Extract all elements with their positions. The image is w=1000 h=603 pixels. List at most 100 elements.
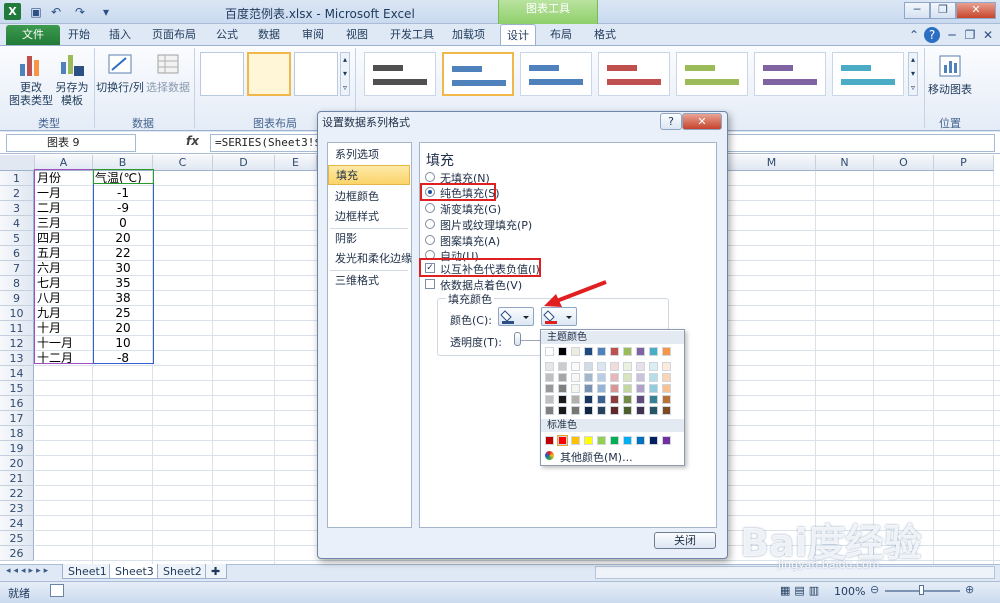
select-data-button[interactable]: 选择数据 [144, 50, 192, 94]
tab-view[interactable]: 视图 [340, 24, 374, 45]
undo-icon[interactable]: ↶ [48, 4, 64, 20]
chart-style-1[interactable] [364, 52, 436, 96]
theme-shade-swatch[interactable] [597, 395, 606, 404]
row-header[interactable]: 2 [0, 186, 34, 201]
theme-tint-swatch[interactable] [597, 373, 606, 382]
theme-shade-swatch[interactable] [584, 406, 593, 415]
row-header[interactable]: 15 [0, 381, 34, 396]
theme-tint-swatch[interactable] [584, 362, 593, 371]
row-header[interactable]: 5 [0, 231, 34, 246]
radio-pattern-fill[interactable] [425, 235, 435, 245]
theme-tint-swatch[interactable] [558, 384, 567, 393]
layout-thumb-1[interactable] [200, 52, 244, 96]
row-header[interactable]: 4 [0, 216, 34, 231]
row-header[interactable]: 16 [0, 396, 34, 411]
more-colors-link[interactable]: 其他颜色(M)... [560, 449, 633, 465]
customize-qat-icon[interactable]: ▾ [98, 4, 114, 20]
fx-icon[interactable]: fx [186, 134, 199, 148]
help-icon[interactable]: ? [924, 27, 940, 43]
nav-shadow[interactable]: 阴影 [328, 229, 410, 249]
move-chart-button[interactable]: 移动图表 [926, 52, 974, 96]
column-header[interactable]: P [934, 155, 994, 171]
theme-tint-swatch[interactable] [610, 384, 619, 393]
nav-glow[interactable]: 发光和柔化边缘 [328, 249, 412, 269]
tab-home[interactable]: 开始 [62, 24, 96, 45]
sheet-tab-3[interactable]: Sheet3 [109, 564, 160, 579]
zoom-in-icon[interactable]: ⊕ [965, 583, 974, 596]
save-template-button[interactable]: 另存为 模板 [52, 50, 92, 107]
theme-shade-swatch[interactable] [623, 406, 632, 415]
theme-color-swatch[interactable] [597, 347, 606, 356]
row-header[interactable]: 1 [0, 171, 34, 186]
theme-tint-swatch[interactable] [558, 362, 567, 371]
tab-insert[interactable]: 插入 [103, 24, 137, 45]
theme-shade-swatch[interactable] [571, 395, 580, 404]
layout-gallery-scroll[interactable]: ▴ ▾ ▿ [340, 52, 350, 96]
doc-minimize-icon[interactable]: ─ [944, 27, 960, 43]
standard-color-swatch[interactable] [557, 435, 568, 446]
theme-tint-swatch[interactable] [610, 373, 619, 382]
tab-review[interactable]: 审阅 [296, 24, 330, 45]
theme-shade-swatch[interactable] [610, 395, 619, 404]
dialog-close-button[interactable]: 关闭 [654, 532, 716, 549]
chart-style-5[interactable] [676, 52, 748, 96]
dialog-close-icon[interactable]: ✕ [682, 113, 722, 130]
theme-shade-swatch[interactable] [649, 395, 658, 404]
macro-record-icon[interactable] [50, 584, 64, 597]
tab-page-layout[interactable]: 页面布局 [146, 24, 202, 45]
standard-color-swatch[interactable] [623, 436, 632, 445]
row-header[interactable]: 14 [0, 366, 34, 381]
row-header[interactable]: 10 [0, 306, 34, 321]
theme-color-swatch[interactable] [610, 347, 619, 356]
tab-formulas[interactable]: 公式 [210, 24, 244, 45]
theme-color-swatch[interactable] [584, 347, 593, 356]
name-box[interactable]: 图表 9 [6, 134, 136, 152]
standard-color-swatch[interactable] [649, 436, 658, 445]
row-header[interactable]: 13 [0, 351, 34, 366]
theme-tint-swatch[interactable] [649, 362, 658, 371]
standard-color-swatch[interactable] [610, 436, 619, 445]
theme-color-swatch[interactable] [649, 347, 658, 356]
theme-color-swatch[interactable] [623, 347, 632, 356]
row-header[interactable]: 21 [0, 471, 34, 486]
row-header[interactable]: 9 [0, 291, 34, 306]
theme-tint-swatch[interactable] [571, 362, 580, 371]
chart-style-3[interactable] [520, 52, 592, 96]
radio-gradient-fill[interactable] [425, 203, 435, 213]
close-window-icon[interactable]: ✕ [956, 2, 996, 19]
sheet-nav-icon[interactable]: ◂◂◂▸▸▸ [6, 566, 51, 576]
restore-icon[interactable]: ❐ [930, 2, 956, 19]
theme-tint-swatch[interactable] [545, 362, 554, 371]
theme-tint-swatch[interactable] [636, 362, 645, 371]
nav-3d-format[interactable]: 三维格式 [328, 271, 410, 291]
row-header[interactable]: 23 [0, 501, 34, 516]
theme-shade-swatch[interactable] [558, 406, 567, 415]
chart-style-7[interactable] [832, 52, 904, 96]
nav-border-style[interactable]: 边框样式 [328, 207, 410, 227]
theme-shade-swatch[interactable] [584, 395, 593, 404]
theme-shade-swatch[interactable] [662, 395, 671, 404]
theme-tint-swatch[interactable] [558, 373, 567, 382]
zoom-out-icon[interactable]: ⊖ [870, 583, 879, 596]
view-buttons-icon[interactable]: ▦▤▥ [780, 584, 823, 597]
chart-style-6[interactable] [754, 52, 826, 96]
fill-color-button[interactable] [498, 307, 534, 326]
tab-addins[interactable]: 加载项 [446, 24, 491, 45]
theme-tint-swatch[interactable] [597, 362, 606, 371]
column-header[interactable]: C [153, 155, 213, 171]
column-header[interactable]: M [728, 155, 816, 171]
chart-style-2[interactable] [442, 52, 514, 96]
theme-tint-swatch[interactable] [571, 384, 580, 393]
standard-color-swatch[interactable] [584, 436, 593, 445]
radio-no-fill[interactable] [425, 172, 435, 182]
select-all-corner[interactable] [0, 155, 35, 171]
chart-style-4[interactable] [598, 52, 670, 96]
vary-by-point-checkbox[interactable] [425, 279, 435, 289]
save-icon[interactable]: ▣ [28, 4, 44, 20]
theme-tint-swatch[interactable] [597, 384, 606, 393]
theme-tint-swatch[interactable] [649, 384, 658, 393]
theme-tint-swatch[interactable] [623, 362, 632, 371]
theme-tint-swatch[interactable] [636, 373, 645, 382]
column-header[interactable]: N [816, 155, 874, 171]
layout-thumb-2[interactable] [247, 52, 291, 96]
